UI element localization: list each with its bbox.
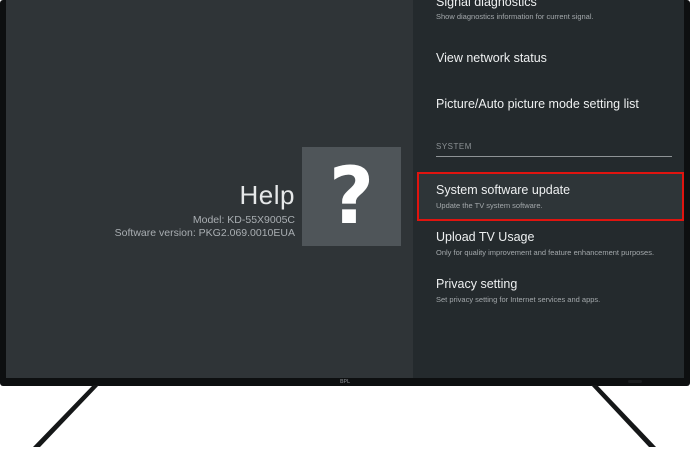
menu-item-title: View network status: [436, 51, 547, 65]
tv-frame: Help Model: KD-55X9005C Software version…: [0, 0, 690, 386]
menu-item-title: Signal diagnostics: [436, 0, 537, 9]
menu-item-subtitle: Update the TV system software.: [436, 201, 543, 210]
stand-leg-right: [591, 385, 656, 447]
menu-item-privacy-setting[interactable]: Privacy setting Set privacy setting for …: [413, 277, 684, 307]
software-version-label: Software version: PKG2.069.0010EUA: [114, 227, 295, 239]
menu-item-title: Picture/Auto picture mode setting list: [436, 97, 639, 111]
tv-screen: Help Model: KD-55X9005C Software version…: [6, 0, 684, 378]
section-header-system: SYSTEM: [436, 142, 472, 151]
question-mark-icon: ?: [328, 151, 375, 242]
menu-item-signal-diagnostics[interactable]: Signal diagnostics Show diagnostics info…: [413, 0, 684, 27]
menu-item-system-software-update[interactable]: System software update Update the TV sys…: [413, 183, 684, 213]
section-divider: [436, 156, 672, 157]
menu-item-title: Upload TV Usage: [436, 230, 535, 244]
help-icon-tile: ?: [302, 147, 401, 246]
menu-item-upload-tv-usage[interactable]: Upload TV Usage Only for quality improve…: [413, 230, 684, 260]
menu-item-subtitle: Show diagnostics information for current…: [436, 12, 594, 21]
page-title: Help: [239, 180, 295, 210]
menu-item-picture-mode-setting-list[interactable]: Picture/Auto picture mode setting list: [413, 97, 684, 119]
menu-item-view-network-status[interactable]: View network status: [413, 51, 684, 73]
menu-item-title: System software update: [436, 183, 571, 197]
power-indicator: [628, 380, 642, 383]
brand-logo: BPL: [340, 379, 350, 385]
stand-leg-left: [33, 385, 99, 447]
help-menu-pane: Signal diagnostics Show diagnostics info…: [413, 0, 684, 378]
menu-item-subtitle: Only for quality improvement and feature…: [436, 248, 655, 257]
menu-item-subtitle: Set privacy setting for Internet service…: [436, 295, 601, 304]
model-label: Model: KD-55X9005C: [192, 214, 295, 226]
help-info-pane: Help Model: KD-55X9005C Software version…: [6, 0, 413, 378]
menu-item-title: Privacy setting: [436, 277, 518, 291]
